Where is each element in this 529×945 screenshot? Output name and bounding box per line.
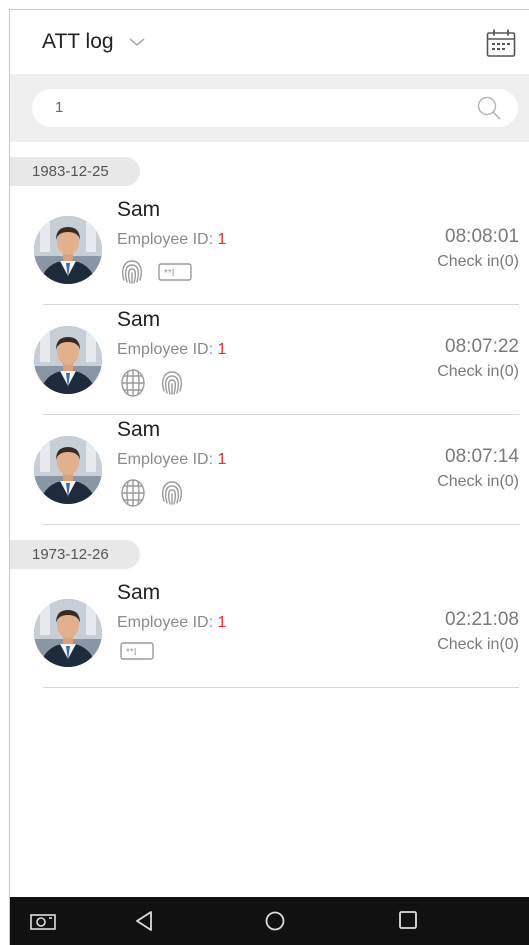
avatar-photo — [34, 216, 102, 284]
avatar-photo — [34, 326, 102, 394]
screenshot-icon[interactable] — [30, 912, 56, 930]
row-divider — [43, 304, 519, 305]
log-type-dropdown[interactable]: ATT log — [42, 30, 146, 54]
svg-text:**I: **I — [126, 647, 137, 658]
fingerprint-icon — [121, 260, 143, 284]
avatar-photo — [34, 436, 102, 504]
verify-methods: **I — [120, 641, 168, 661]
calendar-icon[interactable] — [485, 27, 517, 59]
record-time: 08:08:01 — [445, 226, 519, 247]
row-divider — [43, 524, 519, 525]
record-status: Check in(0) — [437, 363, 519, 380]
fingerprint-icon — [161, 481, 183, 505]
employee-id-value: 1 — [217, 231, 227, 248]
header: ATT log — [10, 10, 529, 74]
employee-id-value: 1 — [217, 451, 227, 468]
search-icon[interactable] — [476, 95, 502, 121]
date-header: 1983-12-25 — [10, 157, 140, 186]
attendance-record[interactable]: Sam Employee ID: 1 — [10, 308, 529, 418]
avatar-photo — [34, 599, 102, 667]
employee-id-label: Employee ID: — [117, 451, 214, 468]
employee-id: Employee ID: 1 — [117, 451, 226, 469]
employee-name: Sam — [117, 198, 161, 221]
home-icon[interactable] — [264, 910, 286, 932]
employee-id-value: 1 — [217, 341, 227, 358]
avatar — [34, 436, 102, 504]
employee-id-label: Employee ID: — [117, 231, 214, 248]
record-time: 08:07:14 — [445, 446, 519, 467]
attendance-record[interactable]: Sam Employee ID: 1 **I 02:21:08 Check in… — [10, 581, 529, 691]
record-status: Check in(0) — [437, 473, 519, 490]
search-value: 1 — [55, 99, 64, 116]
face-icon — [121, 369, 145, 397]
employee-id-label: Employee ID: — [117, 614, 214, 631]
employee-id: Employee ID: 1 — [117, 231, 226, 249]
app-frame: ATT log 1 1983-12-25 Sam Employee ID: 1 … — [9, 9, 529, 945]
record-status: Check in(0) — [437, 636, 519, 653]
verify-methods: **I — [120, 258, 206, 286]
employee-id: Employee ID: 1 — [117, 614, 226, 632]
system-navbar — [10, 897, 529, 945]
record-status: Check in(0) — [437, 253, 519, 270]
row-divider — [43, 687, 519, 688]
search-bar: 1 — [10, 74, 529, 142]
employee-id: Employee ID: 1 — [117, 341, 226, 359]
employee-id-value: 1 — [217, 614, 227, 631]
search-input[interactable]: 1 — [32, 89, 518, 127]
fingerprint-icon — [161, 371, 183, 395]
avatar — [34, 599, 102, 667]
attendance-record[interactable]: Sam Employee ID: 1 **I 08:08:01 Check in… — [10, 198, 529, 308]
password-icon: **I — [120, 642, 154, 660]
record-time: 08:07:22 — [445, 336, 519, 357]
employee-name: Sam — [117, 581, 161, 604]
back-icon[interactable] — [134, 910, 154, 932]
employee-id-label: Employee ID: — [117, 341, 214, 358]
recents-icon[interactable] — [398, 910, 418, 930]
face-icon — [121, 479, 145, 507]
employee-name: Sam — [117, 418, 161, 441]
employee-name: Sam — [117, 308, 161, 331]
verify-methods — [120, 368, 198, 398]
password-icon: **I — [158, 263, 192, 281]
chevron-down-icon — [129, 38, 145, 47]
svg-text:**I: **I — [164, 268, 175, 279]
row-divider — [43, 414, 519, 415]
record-time: 02:21:08 — [445, 609, 519, 630]
avatar — [34, 216, 102, 284]
verify-methods — [120, 478, 198, 508]
date-header: 1973-12-26 — [10, 540, 140, 569]
avatar — [34, 326, 102, 394]
page-title: ATT log — [42, 30, 114, 53]
attendance-record[interactable]: Sam Employee ID: 1 — [10, 418, 529, 528]
